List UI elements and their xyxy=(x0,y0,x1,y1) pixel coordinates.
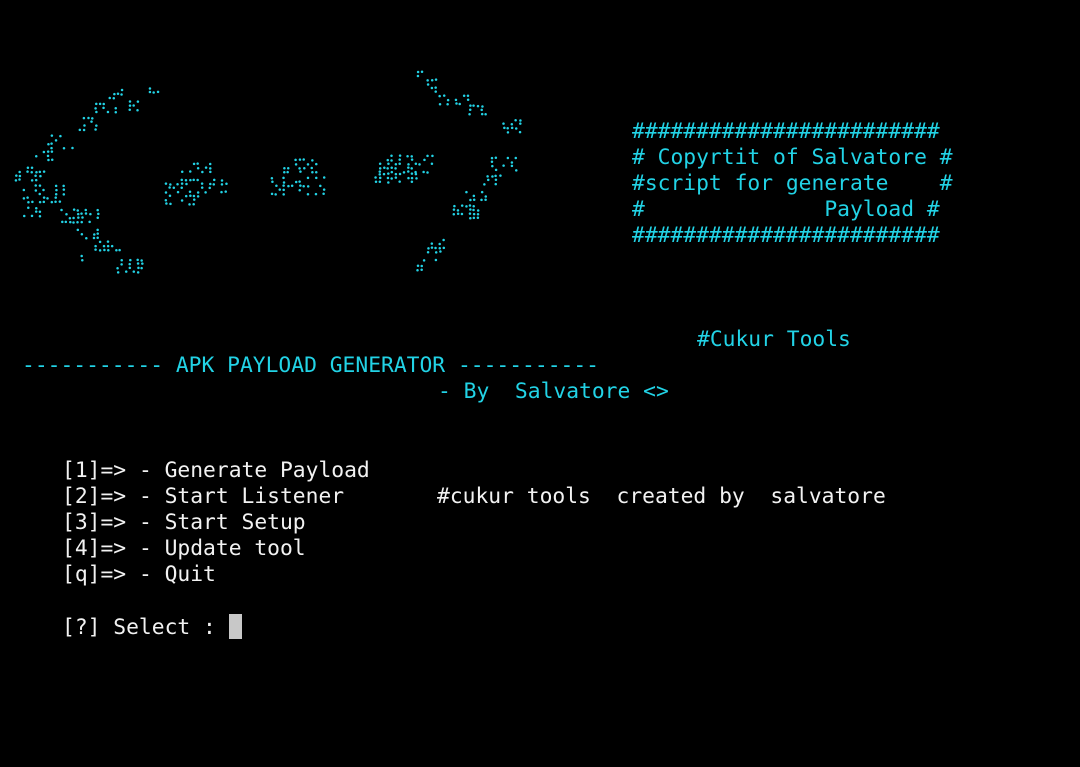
page-title: ----------- APK PAYLOAD GENERATOR ------… xyxy=(22,353,599,378)
menu-item-key: [2]=> xyxy=(62,484,127,509)
menu-item-label: - Generate Payload xyxy=(138,458,370,483)
byline: - By Salvatore <> xyxy=(438,379,669,404)
menu-item-start-listener[interactable]: [2]=> - Start Listener xyxy=(62,484,344,510)
menu-item-start-setup[interactable]: [3]=> - Start Setup xyxy=(62,510,306,536)
menu-item-label: - Update tool xyxy=(138,536,306,561)
banner-box-line-3: #script for generate # xyxy=(632,171,953,196)
menu-item-quit[interactable]: [q]=> - Quit xyxy=(62,562,216,588)
menu-item-update-tool[interactable]: [4]=> - Update tool xyxy=(62,536,306,562)
menu-item-label: - Start Listener xyxy=(138,484,345,509)
banner-box-line-2: # Copyrtit of Salvatore # xyxy=(632,145,953,170)
select-prompt[interactable]: [?] Select : xyxy=(62,614,242,640)
menu-item-key: [q]=> xyxy=(62,562,127,587)
menu-item-key: [4]=> xyxy=(62,536,127,561)
banner-box-line-5: ######################## xyxy=(632,223,940,248)
credits-note: #cukur tools created by salvatore xyxy=(437,484,886,509)
header-tag: #Cukur Tools xyxy=(697,327,851,352)
terminal-cursor[interactable] xyxy=(228,614,242,639)
menu-item-key: [1]=> xyxy=(62,458,127,483)
menu-item-label: - Start Setup xyxy=(138,510,306,535)
banner-box-line-4: # Payload # xyxy=(632,197,940,222)
banner-box-line-1: ######################## xyxy=(632,119,940,144)
prompt-label: [?] Select : xyxy=(62,615,229,640)
menu-item-generate-payload[interactable]: [1]=> - Generate Payload xyxy=(62,458,370,484)
ascii-art-logo xyxy=(14,70,522,274)
menu-item-label: - Quit xyxy=(138,562,216,587)
menu-item-key: [3]=> xyxy=(62,510,127,535)
